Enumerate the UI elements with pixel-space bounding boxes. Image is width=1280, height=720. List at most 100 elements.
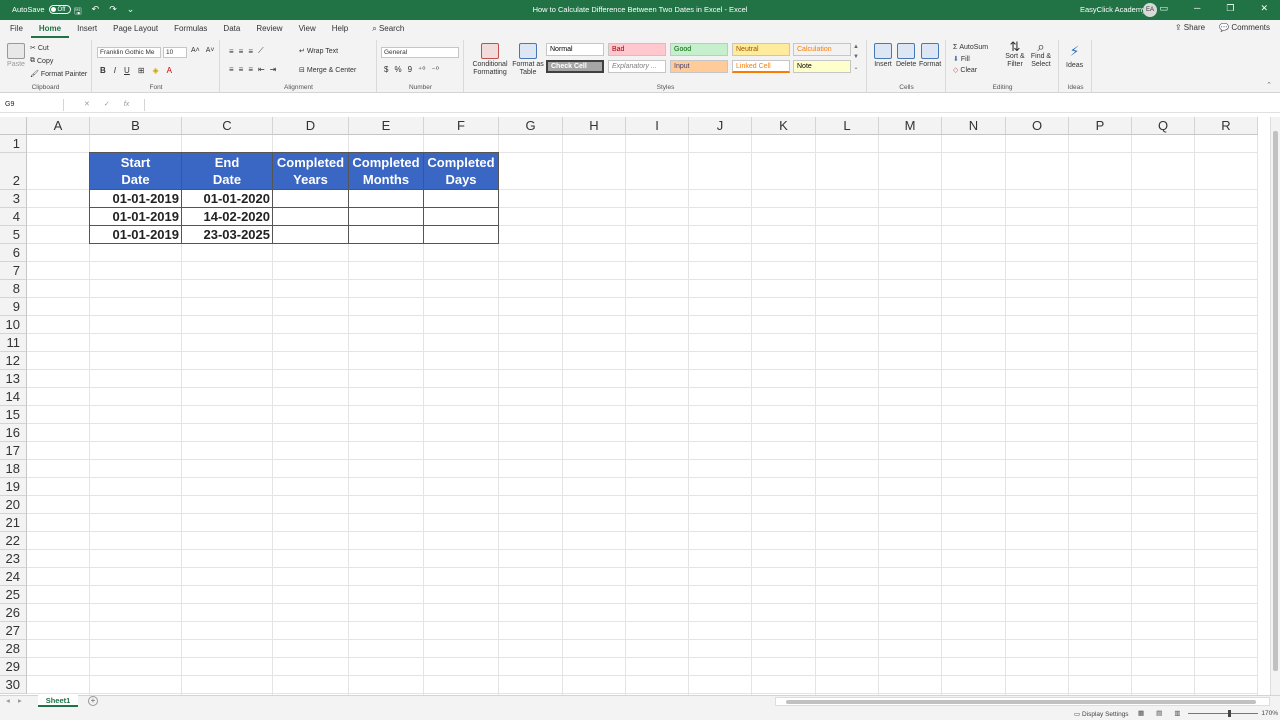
column-header-d[interactable]: D bbox=[273, 117, 349, 135]
row-header-4[interactable]: 4 bbox=[0, 208, 27, 226]
align-top-icon[interactable]: ≡ bbox=[229, 47, 234, 56]
sort-filter-button[interactable]: ⇅ Sort & Filter bbox=[1003, 40, 1027, 69]
row-header-30[interactable]: 30 bbox=[0, 676, 27, 694]
column-header-j[interactable]: J bbox=[689, 117, 752, 135]
vertical-scrollbar[interactable] bbox=[1270, 117, 1280, 695]
row-header-15[interactable]: 15 bbox=[0, 406, 27, 424]
cell-style-explanatory[interactable]: Explanatory ... bbox=[608, 60, 666, 73]
cell-style-normal[interactable]: Normal bbox=[546, 43, 604, 56]
find-select-button[interactable]: ⌕ Find & Select bbox=[1028, 40, 1054, 69]
row-header-27[interactable]: 27 bbox=[0, 622, 27, 640]
zoom-slider-knob[interactable] bbox=[1228, 710, 1231, 717]
cell-style-neutral[interactable]: Neutral bbox=[732, 43, 790, 56]
table-cell[interactable]: 01-01-2019 bbox=[89, 207, 182, 226]
increase-decimal-icon[interactable]: ⁺⁰ bbox=[418, 65, 425, 74]
column-header-i[interactable]: I bbox=[626, 117, 689, 135]
decrease-decimal-icon[interactable]: ⁻⁰ bbox=[431, 65, 438, 74]
tab-help[interactable]: Help bbox=[324, 20, 356, 38]
align-bottom-icon[interactable]: ≡ bbox=[248, 47, 253, 56]
row-header-8[interactable]: 8 bbox=[0, 280, 27, 298]
add-sheet-icon[interactable]: + bbox=[88, 696, 98, 706]
currency-button[interactable]: $ bbox=[384, 65, 388, 74]
cell-style-check-cell[interactable]: Check Cell bbox=[546, 60, 604, 73]
display-settings-button[interactable]: ▭ Display Settings bbox=[1074, 710, 1129, 718]
row-header-25[interactable]: 25 bbox=[0, 586, 27, 604]
styles-more-icon[interactable]: ⌄ bbox=[853, 64, 858, 71]
column-header-p[interactable]: P bbox=[1069, 117, 1132, 135]
font-color-icon[interactable]: A bbox=[167, 66, 172, 75]
table-cell[interactable]: 01-01-2019 bbox=[89, 225, 182, 244]
table-header-cell[interactable]: Completed Months bbox=[348, 152, 424, 190]
grow-font-icon[interactable]: A˄ bbox=[191, 47, 200, 54]
table-cell[interactable] bbox=[423, 225, 499, 244]
user-name[interactable]: EasyClick Academy bbox=[1080, 5, 1146, 14]
table-cell[interactable]: 23-03-2025 bbox=[181, 225, 273, 244]
table-cell[interactable] bbox=[272, 189, 349, 208]
tab-file[interactable]: File bbox=[2, 20, 31, 38]
row-header-26[interactable]: 26 bbox=[0, 604, 27, 622]
table-cell[interactable]: 14-02-2020 bbox=[181, 207, 273, 226]
row-header-7[interactable]: 7 bbox=[0, 262, 27, 280]
row-header-5[interactable]: 5 bbox=[0, 226, 27, 244]
row-header-13[interactable]: 13 bbox=[0, 370, 27, 388]
ideas-button[interactable]: ⚡ Ideas bbox=[1066, 43, 1083, 69]
column-header-r[interactable]: R bbox=[1195, 117, 1258, 135]
cancel-icon[interactable]: ✕ bbox=[84, 99, 90, 111]
table-cell[interactable] bbox=[423, 189, 499, 208]
row-header-10[interactable]: 10 bbox=[0, 316, 27, 334]
row-header-11[interactable]: 11 bbox=[0, 334, 27, 352]
copy-button[interactable]: ⧉ Copy bbox=[30, 57, 53, 65]
ribbon-display-icon[interactable]: ▭ bbox=[1159, 3, 1168, 14]
table-cell[interactable] bbox=[348, 225, 424, 244]
table-cell[interactable] bbox=[348, 207, 424, 226]
align-middle-icon[interactable]: ≡ bbox=[239, 47, 244, 56]
row-header-2[interactable]: 2 bbox=[0, 153, 27, 190]
column-header-g[interactable]: G bbox=[499, 117, 563, 135]
row-header-29[interactable]: 29 bbox=[0, 658, 27, 676]
column-header-e[interactable]: E bbox=[349, 117, 424, 135]
row-header-17[interactable]: 17 bbox=[0, 442, 27, 460]
column-header-c[interactable]: C bbox=[182, 117, 273, 135]
orientation-icon[interactable]: ⟋ bbox=[258, 46, 264, 56]
tab-data[interactable]: Data bbox=[215, 20, 248, 38]
row-header-12[interactable]: 12 bbox=[0, 352, 27, 370]
share-button[interactable]: ⇪ Share bbox=[1175, 23, 1205, 32]
tab-home[interactable]: Home bbox=[30, 20, 70, 38]
row-header-24[interactable]: 24 bbox=[0, 568, 27, 586]
cell-style-calculation[interactable]: Calculation bbox=[793, 43, 851, 56]
column-header-m[interactable]: M bbox=[879, 117, 942, 135]
formula-input[interactable] bbox=[144, 99, 1276, 111]
minimize-icon[interactable]: ─ bbox=[1194, 3, 1200, 14]
vertical-scroll-thumb[interactable] bbox=[1273, 131, 1278, 671]
row-header-14[interactable]: 14 bbox=[0, 388, 27, 406]
sheet-tab-sheet1[interactable]: Sheet1 bbox=[38, 695, 78, 707]
indent-icon[interactable]: ⇤ bbox=[258, 65, 265, 74]
close-icon[interactable]: ✕ bbox=[1260, 3, 1268, 14]
column-header-b[interactable]: B bbox=[90, 117, 182, 135]
horizontal-scrollbar[interactable] bbox=[775, 697, 1270, 706]
row-header-28[interactable]: 28 bbox=[0, 640, 27, 658]
row-header-3[interactable]: 3 bbox=[0, 190, 27, 208]
column-header-o[interactable]: O bbox=[1006, 117, 1069, 135]
underline-button[interactable]: U bbox=[124, 66, 130, 75]
shrink-font-icon[interactable]: A˅ bbox=[206, 47, 215, 54]
tab-insert[interactable]: Insert bbox=[69, 20, 105, 38]
autosum-button[interactable]: Σ AutoSum bbox=[953, 44, 988, 51]
outdent-icon[interactable]: ⇥ bbox=[270, 65, 277, 74]
column-header-q[interactable]: Q bbox=[1132, 117, 1195, 135]
tab-view[interactable]: View bbox=[291, 20, 324, 38]
sheet-nav-prev-icon[interactable]: ◂ bbox=[6, 696, 10, 705]
number-format-select[interactable]: General bbox=[381, 47, 459, 58]
cell-style-good[interactable]: Good bbox=[670, 43, 728, 56]
comma-button[interactable]: 9 bbox=[408, 65, 412, 74]
sheet-nav-next-icon[interactable]: ▸ bbox=[18, 696, 22, 705]
percent-button[interactable]: % bbox=[394, 65, 401, 74]
align-right-icon[interactable]: ≡ bbox=[248, 65, 253, 74]
format-as-table-button[interactable]: Format as Table bbox=[511, 43, 545, 77]
align-center-icon[interactable]: ≡ bbox=[239, 65, 244, 74]
row-header-18[interactable]: 18 bbox=[0, 460, 27, 478]
merge-center-button[interactable]: ⊟ Merge & Center bbox=[299, 66, 356, 75]
table-header-cell[interactable]: End Date bbox=[181, 152, 273, 190]
row-header-19[interactable]: 19 bbox=[0, 478, 27, 496]
tab-page-layout[interactable]: Page Layout bbox=[105, 20, 166, 38]
